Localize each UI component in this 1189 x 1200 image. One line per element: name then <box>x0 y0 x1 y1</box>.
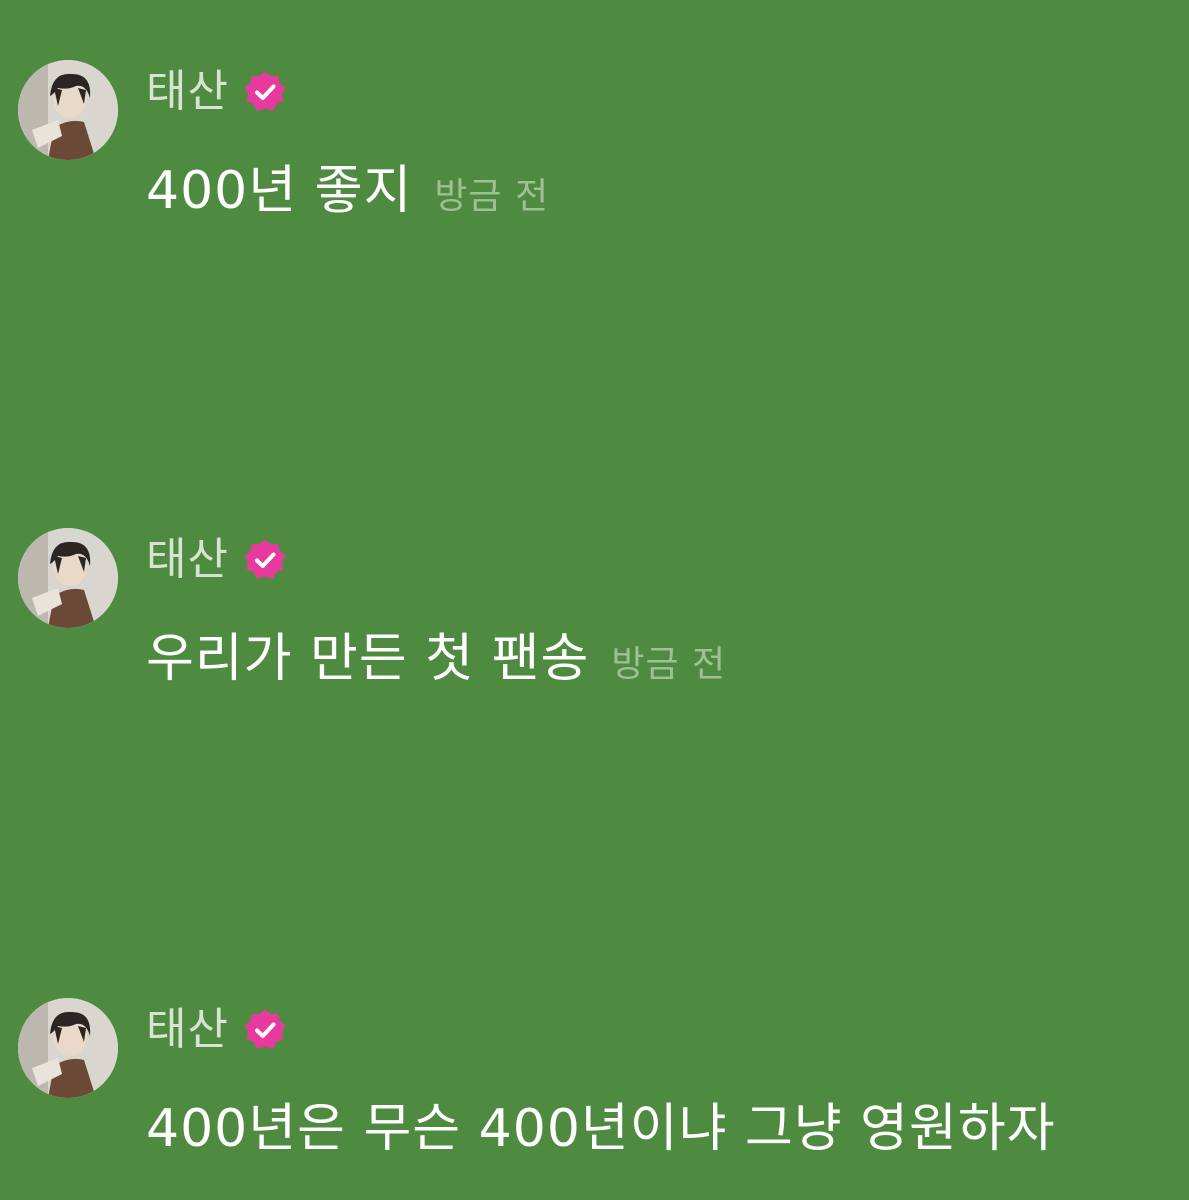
message-timestamp: 방금 전 <box>434 176 550 217</box>
message-timestamp: 방금 전 <box>611 644 727 685</box>
message-body: 우리가 만든 첫 팬송 방금 전 <box>146 624 726 694</box>
avatar-photo <box>18 998 118 1098</box>
avatar[interactable] <box>18 60 118 160</box>
avatar[interactable] <box>18 998 118 1098</box>
avatar-photo <box>18 60 118 160</box>
verified-badge-icon <box>244 1009 286 1049</box>
chat-message: 태산 400년 좋지 방금 전 <box>18 60 1189 230</box>
message-body: 400년 좋지 방금 전 <box>146 156 549 226</box>
message-text: 우리가 만든 첫 팬송 <box>146 629 590 689</box>
message-header: 태산 <box>146 62 287 122</box>
message-header: 태산 <box>146 530 287 590</box>
message-body: 400년은 무슨 400년이냐 그냥 영원하자 <box>146 1094 1078 1164</box>
chat-message: 태산 400년은 무슨 400년이냐 그냥 영원하자 <box>18 998 1189 1168</box>
verified-badge-icon <box>244 539 286 579</box>
message-text: 400년은 무슨 400년이냐 그냥 영원하자 <box>146 1099 1056 1159</box>
username[interactable]: 태산 <box>146 1000 229 1060</box>
avatar[interactable] <box>18 528 118 628</box>
avatar-photo <box>18 528 118 628</box>
message-header: 태산 <box>146 1000 287 1060</box>
chat-message-list: 태산 400년 좋지 방금 전 태산 우리가 만든 첫 팬송 방금 전 태산 4… <box>0 0 1189 1200</box>
chat-message: 태산 우리가 만든 첫 팬송 방금 전 <box>18 528 1189 698</box>
username[interactable]: 태산 <box>146 530 229 590</box>
username[interactable]: 태산 <box>146 62 229 122</box>
verified-badge-icon <box>244 71 286 111</box>
message-text: 400년 좋지 <box>146 161 413 221</box>
